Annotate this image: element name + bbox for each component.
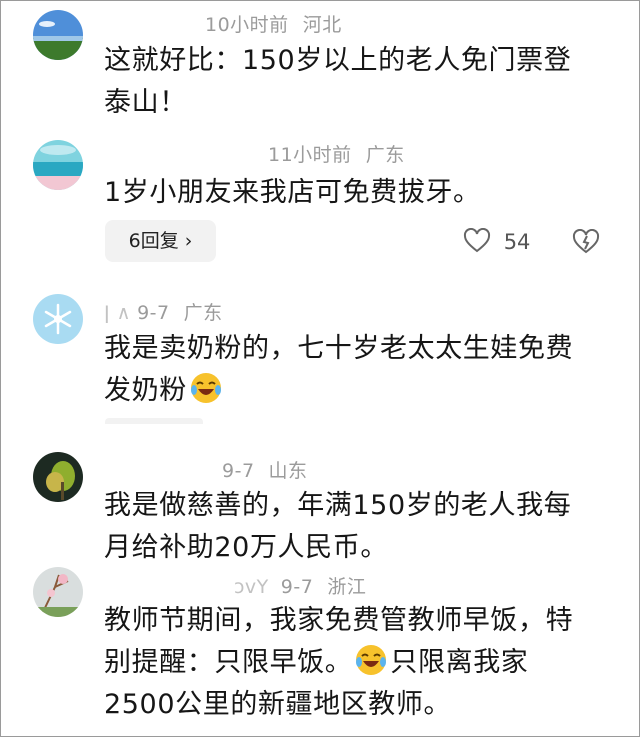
comment-line: 2500公里的新疆地区教师。 [104,689,452,720]
avatar[interactable] [33,567,83,617]
comment-nickname: ɔvY [234,576,269,598]
comment-meta: ɔvY 9-7 浙江 [104,572,366,599]
comment-time: 9-7 [280,576,314,598]
comment-line: 别提醒：只限早饭。 [104,647,353,678]
laughing-crying-emoji-icon [356,645,387,675]
comment-line: 教师节期间，我家免费管教师早饭，特 [104,605,574,636]
comment-region: 浙江 [327,576,367,598]
comment-text[interactable]: 教师节期间，我家免费管教师早饭，特 别提醒：只限早饭。 只限离我家 2500公里… [104,600,604,726]
comment-item: ɔvY 9-7 浙江 教师节期间，我家免费管教师早饭，特 别提醒：只限早饭。 只限离… [0,0,640,737]
comment-line: 只限离我家 [390,647,529,678]
